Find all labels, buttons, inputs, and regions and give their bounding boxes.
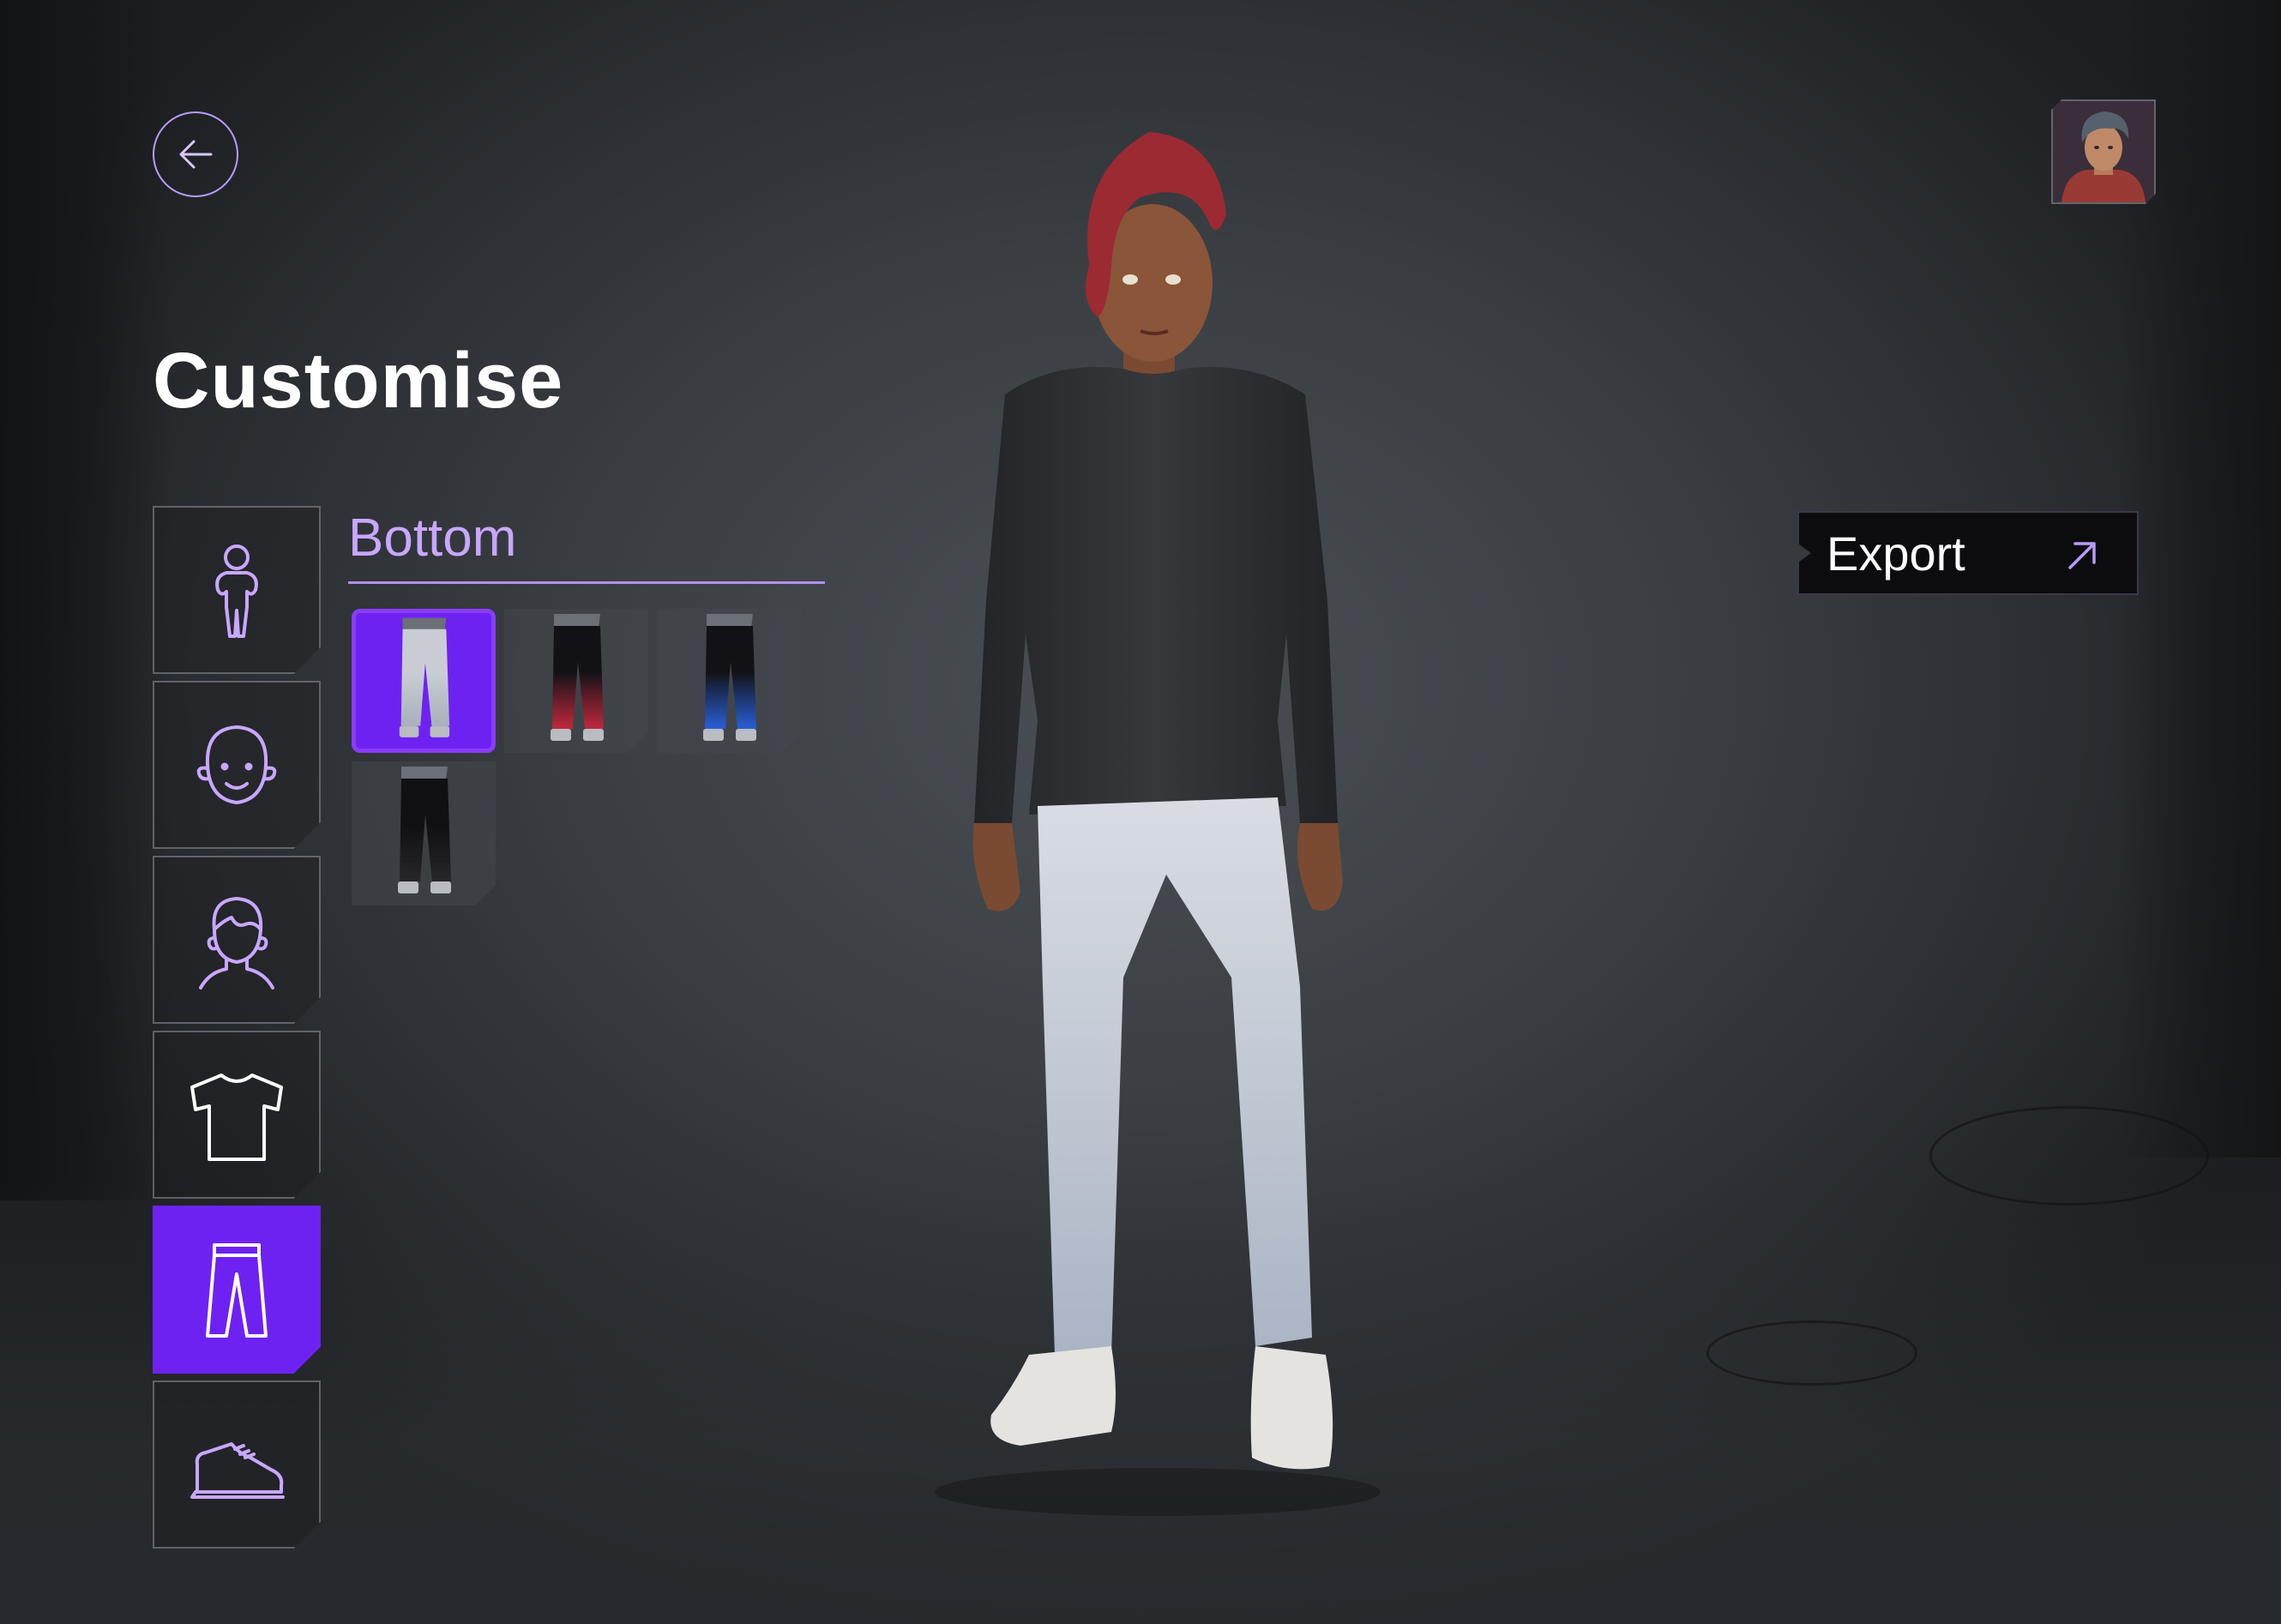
category-hair-button[interactable]: [153, 856, 321, 1024]
arrow-left-icon: [179, 140, 213, 169]
backdrop-curtain-left: [0, 0, 172, 1200]
floor-cable: [1929, 1106, 2209, 1206]
bottom-option-black-red-fade-leggings[interactable]: [504, 609, 648, 753]
page-title: Customise: [153, 337, 564, 424]
bottom-option-light-grey-pants[interactable]: [352, 609, 496, 753]
pants-thumbnail-image: [551, 614, 604, 741]
export-label: Export: [1827, 526, 1965, 580]
tshirt-icon: [190, 1074, 283, 1161]
category-face-button[interactable]: [153, 681, 321, 849]
bottom-option-black-blue-fade-leggings[interactable]: [657, 609, 801, 753]
export-button[interactable]: Export: [1797, 511, 2139, 595]
floor-cable: [1706, 1320, 1917, 1386]
category-top-button[interactable]: [153, 1031, 321, 1199]
category-body-button[interactable]: [153, 506, 321, 674]
category-footwear-button[interactable]: [153, 1380, 321, 1549]
category-bottom-button[interactable]: [153, 1206, 321, 1374]
profile-avatar[interactable]: [2051, 99, 2156, 204]
arrow-up-right-icon: [2068, 542, 2096, 569]
shoe-icon: [190, 1442, 285, 1499]
pants-icon: [206, 1243, 268, 1338]
pants-thumbnail-image: [398, 767, 451, 893]
body-icon: [215, 544, 258, 638]
back-button[interactable]: [153, 111, 238, 197]
face-icon: [196, 725, 277, 805]
section-label: Bottom: [348, 508, 517, 568]
pants-thumbnail-image: [703, 614, 756, 741]
hair-icon: [199, 897, 274, 989]
character-model: [935, 132, 1381, 1516]
user-avatar: [2053, 101, 2154, 202]
bottom-option-black-leggings[interactable]: [352, 761, 496, 905]
section-divider: [348, 581, 825, 584]
pants-thumbnail-image: [399, 617, 450, 737]
